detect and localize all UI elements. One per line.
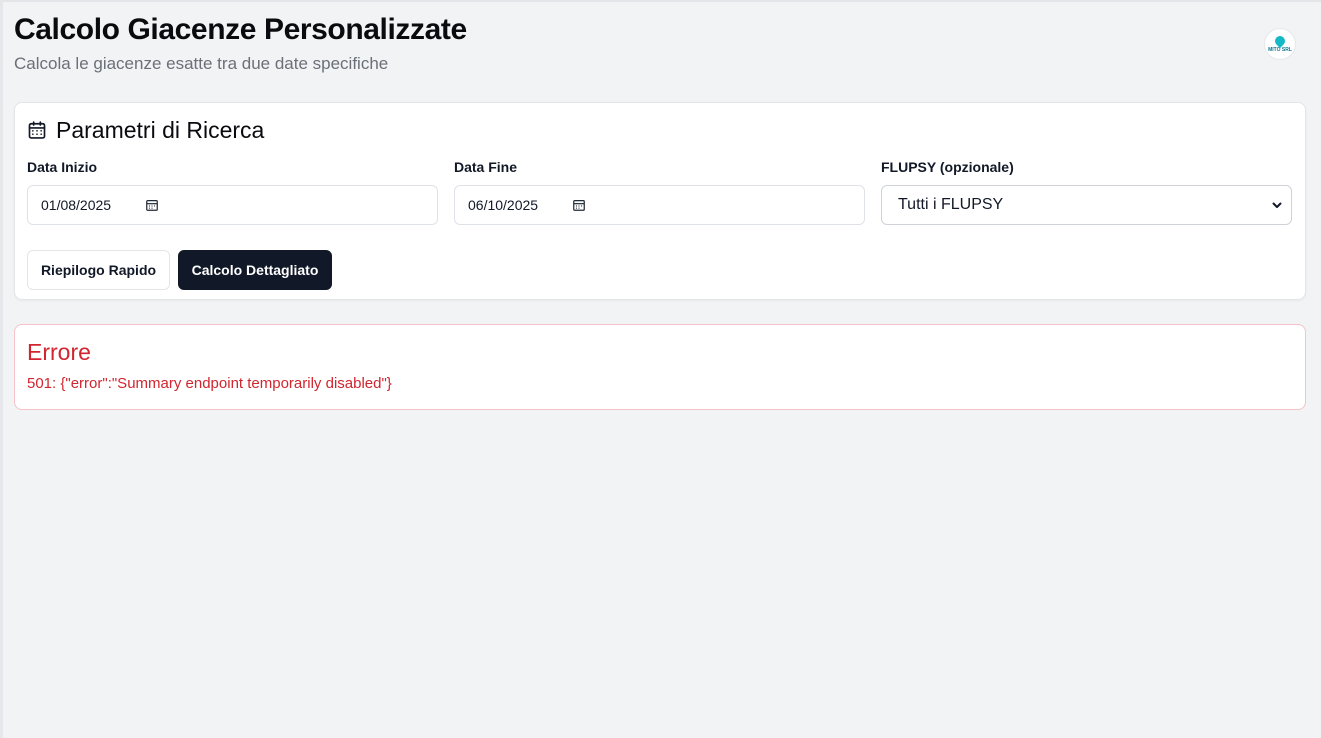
page-title: Calcolo Giacenze Personalizzate — [14, 13, 467, 46]
error-title: Errore — [27, 339, 91, 365]
start-date-input[interactable]: 01/08/2025 — [27, 185, 438, 225]
top-border — [0, 0, 1321, 2]
calendar-icon — [28, 121, 46, 139]
flupsy-label: FLUPSY (opzionale) — [881, 159, 1014, 175]
end-date-input[interactable]: 06/10/2025 — [454, 185, 865, 225]
left-rail — [0, 0, 3, 738]
page-content: Calcolo Giacenze Personalizzate Calcola … — [14, 12, 1306, 410]
end-date-value: 06/10/2025 — [468, 197, 539, 213]
company-logo: MITO SRL — [1264, 28, 1296, 60]
flupsy-field: FLUPSY (opzionale) Tutti i FLUPSY — [881, 158, 1292, 225]
page-header: Calcolo Giacenze Personalizzate Calcola … — [14, 12, 1306, 102]
flupsy-selected-value: Tutti i FLUPSY — [898, 196, 1004, 213]
end-date-label: Data Fine — [454, 159, 518, 175]
end-date-field: Data Fine 06/10/2025 — [454, 158, 865, 225]
start-date-label: Data Inizio — [27, 159, 98, 175]
error-card: Errore 501: {"error":"Summary endpoint t… — [14, 324, 1306, 410]
card-title-text: Parametri di Ricerca — [56, 117, 265, 143]
calendar-picker-icon[interactable] — [572, 198, 586, 212]
drop-icon — [1272, 33, 1288, 48]
card-title: Parametri di Ricerca — [27, 116, 1293, 144]
search-parameters-card: Parametri di Ricerca Data Inizio 01/08/2… — [14, 102, 1306, 300]
error-message: 501: {"error":"Summary endpoint temporar… — [27, 375, 392, 392]
start-date-value: 01/08/2025 — [41, 197, 112, 213]
calendar-picker-icon[interactable] — [145, 198, 159, 212]
quick-summary-button[interactable]: Riepilogo Rapido — [27, 250, 170, 290]
detailed-calculation-button[interactable]: Calcolo Dettagliato — [178, 250, 332, 290]
chevron-down-icon — [1272, 202, 1282, 208]
parameters-row: Data Inizio 01/08/2025 Data Fine 06/10/2… — [27, 158, 1293, 225]
flupsy-select[interactable]: Tutti i FLUPSY — [881, 185, 1292, 225]
start-date-field: Data Inizio 01/08/2025 — [27, 158, 438, 225]
action-buttons: Riepilogo Rapido Calcolo Dettagliato — [27, 250, 1293, 290]
page-subtitle: Calcola le giacenze esatte tra due date … — [14, 54, 389, 73]
